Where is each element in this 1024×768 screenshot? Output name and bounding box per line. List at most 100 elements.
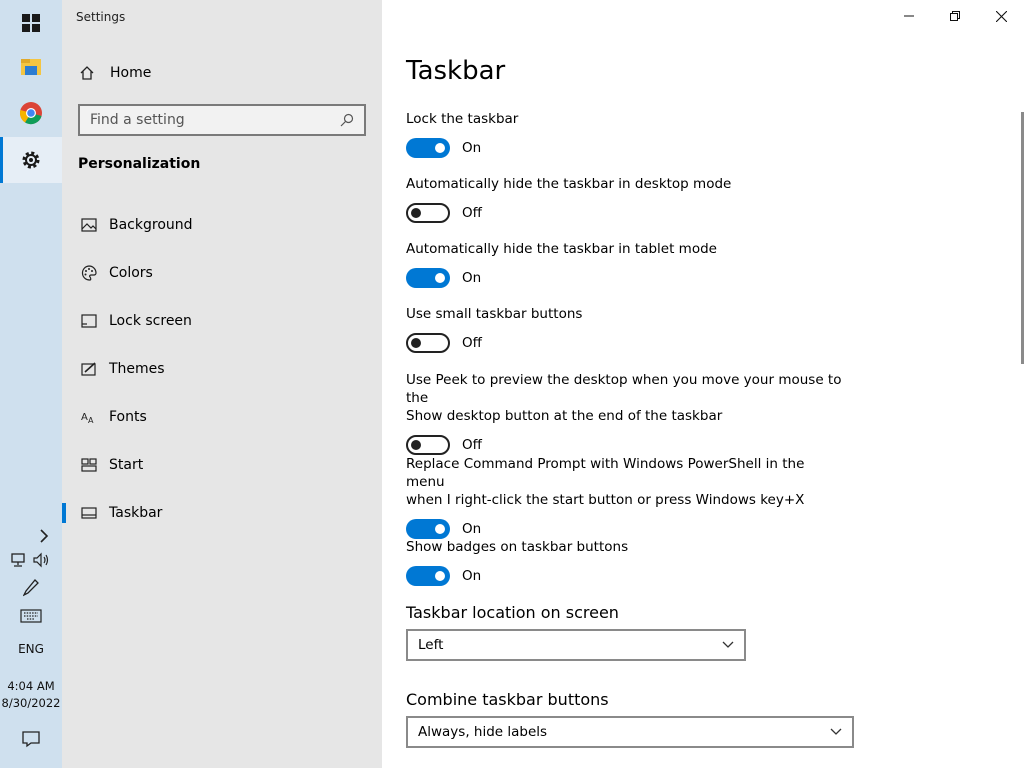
setting-small-buttons: Use small taskbar buttons Off: [406, 305, 846, 353]
action-center-button[interactable]: [0, 728, 62, 750]
nav-item-themes[interactable]: Themes: [62, 349, 382, 389]
lock-screen-icon: [76, 314, 102, 328]
autohide-desktop-toggle[interactable]: [406, 203, 450, 223]
close-icon: [995, 10, 1007, 22]
setting-peek: Use Peek to preview the desktop when you…: [406, 371, 846, 455]
combine-buttons-dropdown[interactable]: Always, hide labels: [406, 716, 854, 748]
location-label: Taskbar location on screen: [406, 603, 619, 622]
pen-icon: [23, 579, 39, 597]
nav-item-background[interactable]: Background: [62, 205, 382, 245]
setting-label-line: Replace Command Prompt with Windows Powe…: [406, 456, 805, 490]
home-label: Home: [110, 65, 152, 81]
clock-date: 8/30/2022: [1, 696, 61, 710]
small-buttons-toggle[interactable]: [406, 333, 450, 353]
combine-label: Combine taskbar buttons: [406, 690, 609, 709]
taskbar-location-dropdown[interactable]: Left: [406, 629, 746, 661]
nav-item-label: Colors: [109, 265, 153, 281]
search-box[interactable]: Find a setting: [78, 104, 366, 136]
dropdown-value: Left: [418, 637, 444, 653]
setting-label-line: Show desktop button at the end of the ta…: [406, 408, 723, 424]
badges-toggle[interactable]: [406, 566, 450, 586]
chevron-down-icon: [830, 728, 842, 735]
windows-start-icon: [22, 14, 40, 32]
dropdown-value: Always, hide labels: [418, 724, 548, 740]
setting-label: Show badges on taskbar buttons: [406, 539, 629, 555]
taskbar-icon: [76, 507, 102, 519]
restore-button[interactable]: [932, 0, 978, 32]
file-explorer-button[interactable]: [0, 44, 62, 90]
nav-item-label: Taskbar: [109, 505, 163, 521]
powershell-toggle[interactable]: [406, 519, 450, 539]
setting-autohide-desktop: Automatically hide the taskbar in deskto…: [406, 175, 846, 223]
chevron-down-icon: [722, 641, 734, 648]
setting-label: Use Peek to preview the desktop when you…: [406, 371, 846, 425]
nav-item-label: Background: [109, 217, 193, 233]
chrome-button[interactable]: [0, 90, 62, 136]
toggle-state: Off: [462, 205, 482, 221]
chrome-icon: [19, 102, 42, 125]
picture-icon: [76, 218, 102, 232]
setting-label: Automatically hide the taskbar in tablet…: [406, 241, 717, 257]
toggle-state: On: [462, 521, 482, 537]
clock[interactable]: 4:04 AM 8/30/2022: [0, 678, 62, 712]
notification-icon: [22, 731, 40, 748]
show-hidden-icons-button[interactable]: [0, 526, 62, 546]
fonts-icon: AA: [76, 410, 102, 424]
toggle-state: On: [462, 270, 482, 286]
lock-taskbar-toggle[interactable]: [406, 138, 450, 158]
chevron-right-icon: [40, 529, 49, 543]
pen-workspace-button[interactable]: [0, 578, 62, 598]
palette-icon: [76, 265, 102, 281]
setting-label: Lock the taskbar: [406, 111, 519, 127]
system-tray-row: [0, 550, 62, 570]
windows-start-button[interactable]: [0, 0, 62, 46]
touch-keyboard-button[interactable]: [0, 606, 62, 626]
settings-button[interactable]: [0, 137, 62, 183]
toggle-state: Off: [462, 437, 482, 453]
search-icon: [340, 113, 354, 127]
clock-time: 4:04 AM: [7, 679, 55, 693]
close-button[interactable]: [978, 0, 1024, 32]
network-icon[interactable]: [11, 552, 27, 568]
peek-toggle[interactable]: [406, 435, 450, 455]
nav-item-label: Themes: [109, 361, 165, 377]
home-icon: [76, 65, 98, 81]
nav-item-fonts[interactable]: AA Fonts: [62, 397, 382, 437]
nav-item-label: Fonts: [109, 409, 147, 425]
setting-label: Replace Command Prompt with Windows Powe…: [406, 455, 846, 509]
autohide-tablet-toggle[interactable]: [406, 268, 450, 288]
nav-item-taskbar[interactable]: Taskbar: [62, 493, 382, 533]
input-language[interactable]: ENG: [0, 640, 62, 658]
svg-text:A: A: [88, 416, 94, 424]
setting-powershell: Replace Command Prompt with Windows Powe…: [406, 455, 846, 539]
section-title: Personalization: [78, 156, 201, 172]
taskbar: ENG 4:04 AM 8/30/2022: [0, 0, 62, 768]
setting-label: Use small taskbar buttons: [406, 306, 583, 322]
toggle-state: On: [462, 568, 482, 584]
nav-item-colors[interactable]: Colors: [62, 253, 382, 293]
keyboard-icon: [20, 609, 42, 623]
nav-item-lock-screen[interactable]: Lock screen: [62, 301, 382, 341]
setting-autohide-tablet: Automatically hide the taskbar in tablet…: [406, 240, 846, 288]
window-title: Settings: [76, 10, 126, 24]
setting-label-line: Use Peek to preview the desktop when you…: [406, 372, 842, 406]
page-title: Taskbar: [406, 56, 506, 86]
setting-label-line: when I right-click the start button or p…: [406, 492, 805, 508]
start-icon: [76, 458, 102, 472]
home-nav-item[interactable]: Home: [76, 58, 151, 88]
restore-icon: [950, 11, 960, 21]
file-explorer-icon: [21, 59, 41, 75]
minimize-button[interactable]: [886, 0, 932, 32]
svg-text:A: A: [81, 412, 88, 423]
settings-nav-pane: Settings Home Find a setting Personaliza…: [62, 0, 382, 768]
toggle-state: On: [462, 140, 482, 156]
setting-label: Automatically hide the taskbar in deskto…: [406, 176, 732, 192]
nav-item-start[interactable]: Start: [62, 445, 382, 485]
settings-gear-icon: [22, 151, 40, 169]
nav-item-label: Lock screen: [109, 313, 192, 329]
minimize-icon: [904, 15, 914, 17]
volume-icon[interactable]: [33, 552, 51, 568]
setting-lock-taskbar: Lock the taskbar On: [406, 110, 846, 158]
toggle-state: Off: [462, 335, 482, 351]
search-input[interactable]: Find a setting: [90, 112, 340, 128]
